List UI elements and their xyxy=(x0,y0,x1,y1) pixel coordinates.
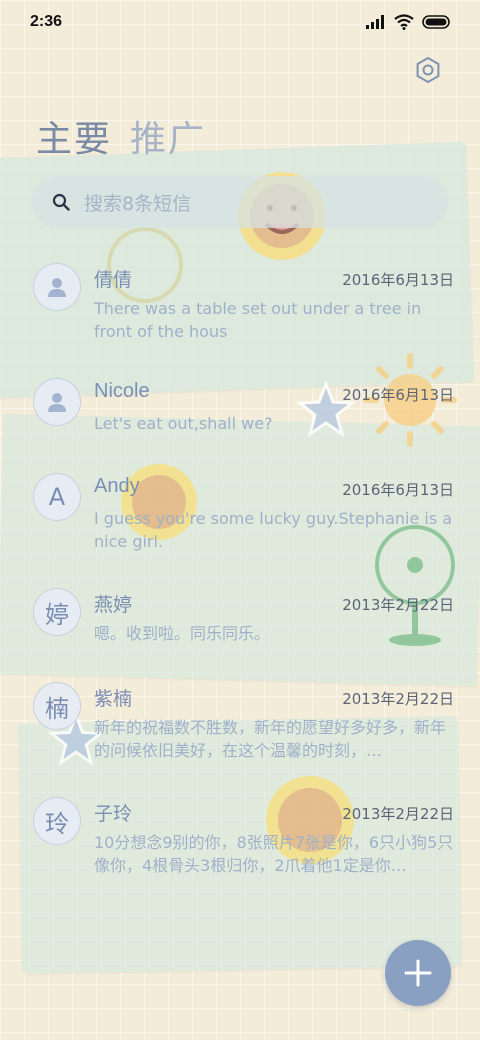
conversation-item[interactable]: A Andy 2016年6月13日 I guess you're some lu… xyxy=(0,473,480,569)
search-placeholder: 搜索8条短信 xyxy=(84,192,192,215)
contact-name: 紫楠 xyxy=(94,688,133,710)
plus-icon xyxy=(404,959,432,987)
conversation-item[interactable]: 玲 子玲 2013年2月22日 10分想念9别的你，8张照片7张是你，6只小狗5… xyxy=(0,797,480,893)
contact-name: Andy xyxy=(94,475,140,497)
avatar: A xyxy=(33,473,81,521)
conversation-item[interactable]: 楠 紫楠 2013年2月22日 新年的祝福数不胜数，新年的愿望好多好多，新年的问… xyxy=(0,682,480,778)
search-input[interactable]: 搜索8条短信 xyxy=(32,176,448,228)
avatar: 婷 xyxy=(33,588,81,636)
tab-bar: 主要 推广 xyxy=(36,110,206,162)
message-preview: 新年的祝福数不胜数，新年的愿望好多好多，新年的问候依旧美好，在这个温馨的时刻，… xyxy=(94,718,447,760)
person-icon xyxy=(48,278,66,297)
message-preview: 10分想念9别的你，8张照片7张是你，6只小狗5只像你，4根骨头3根归你，2爪着… xyxy=(94,833,454,875)
contact-name: 子玲 xyxy=(94,803,133,825)
message-preview: 嗯。收到啦。同乐同乐。 xyxy=(94,624,271,643)
new-message-button[interactable] xyxy=(385,940,451,1006)
person-icon xyxy=(48,393,66,412)
message-preview: I guess you're some lucky guy.Stephanie … xyxy=(94,509,453,551)
avatar xyxy=(33,378,81,426)
contact-name: 燕婷 xyxy=(94,594,133,616)
avatar: 玲 xyxy=(33,797,81,845)
conversation-item[interactable]: Nicole 2016年6月13日 Let's eat out,shall we… xyxy=(0,378,480,474)
message-date: 2016年6月13日 xyxy=(342,481,454,499)
wifi-icon xyxy=(394,14,414,30)
avatar: 楠 xyxy=(33,682,81,730)
status-time: 2:36 xyxy=(30,13,63,30)
message-date: 2013年2月22日 xyxy=(342,690,454,708)
status-bar: 2:36 xyxy=(0,0,480,44)
message-date: 2013年2月22日 xyxy=(342,596,454,614)
battery-icon xyxy=(422,15,450,29)
message-date: 2013年2月22日 xyxy=(342,805,454,823)
status-icons xyxy=(366,14,452,30)
message-preview: There was a table set out under a tree i… xyxy=(94,299,422,341)
contact-name: 倩倩 xyxy=(94,269,133,291)
tab-promotions[interactable]: 推广 xyxy=(130,110,206,162)
conversation-item[interactable]: 倩倩 2016年6月13日 There was a table set out … xyxy=(0,263,480,359)
contact-name: Nicole xyxy=(94,380,150,402)
message-preview: Let's eat out,shall we? xyxy=(94,414,273,433)
message-date: 2016年6月13日 xyxy=(342,271,454,289)
tab-main[interactable]: 主要 xyxy=(36,110,112,162)
conversation-item[interactable]: 婷 燕婷 2013年2月22日 嗯。收到啦。同乐同乐。 xyxy=(0,588,480,684)
signal-icon xyxy=(366,15,384,29)
avatar xyxy=(33,263,81,311)
gear-icon[interactable] xyxy=(414,56,442,84)
message-date: 2016年6月13日 xyxy=(342,386,454,404)
search-icon xyxy=(52,193,70,211)
